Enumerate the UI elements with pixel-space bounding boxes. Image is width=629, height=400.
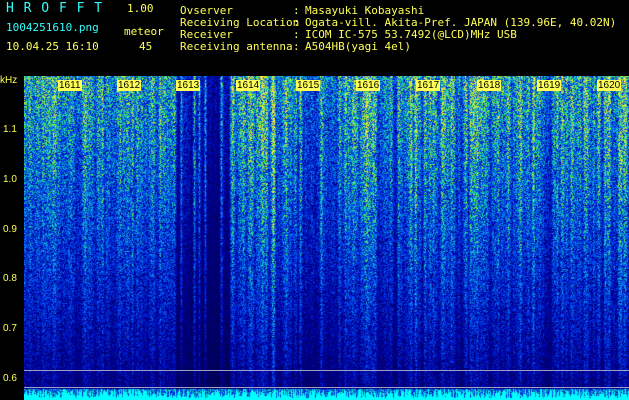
time-tick-1618: 1618: [477, 80, 502, 91]
info-receiver-sep: :: [293, 28, 300, 41]
file-name: 1004251610.png: [6, 21, 99, 34]
spectrogram: [24, 76, 629, 400]
info-antenna-key: Receiving antenna: [180, 40, 293, 53]
info-receiver-value: ICOM IC-575 53.7492(@LCD)MHz USB: [305, 28, 517, 41]
y-label-0-9: 0.9: [3, 224, 17, 235]
y-label-1-1: 1.1: [3, 124, 17, 135]
info-receiver-key: Receiver: [180, 28, 233, 41]
time-tick-1614: 1614: [236, 80, 261, 91]
marker-line-lower: [24, 387, 629, 388]
info-location-key: Receiving Location: [180, 16, 300, 29]
meteor-count: 45: [139, 40, 153, 53]
info-observer-sep: :: [293, 4, 300, 17]
time-tick-1615: 1615: [296, 80, 321, 91]
axis-unit-label: kHz: [0, 75, 18, 86]
time-tick-1612: 1612: [117, 80, 142, 91]
app-name: H R O F F T: [6, 1, 104, 16]
marker-line-upper: [24, 370, 629, 371]
time-tick-1617: 1617: [416, 80, 441, 91]
info-location-sep: :: [293, 16, 300, 29]
info-location-value: Ogata-vill. Akita-Pref. JAPAN (139.96E, …: [305, 16, 617, 29]
time-tick-1611: 1611: [58, 80, 82, 91]
header-panel: H R O F F T 1.00 1004251610.png 10.04.25…: [0, 0, 629, 76]
info-observer-value: Masayuki Kobayashi: [305, 4, 425, 17]
file-datetime: 10.04.25 16:10: [6, 40, 99, 53]
time-tick-1619: 1619: [537, 80, 562, 91]
time-tick-1613: 1613: [176, 80, 201, 91]
info-antenna-value: A504HB(yagi 4el): [305, 40, 411, 53]
info-antenna-sep: :: [293, 40, 300, 53]
app-version: 1.00: [127, 2, 154, 15]
y-label-0-7: 0.7: [3, 323, 17, 334]
time-tick-1620: 1620: [597, 80, 622, 91]
y-label-1-0: 1.0: [3, 174, 17, 185]
y-label-0-6: 0.6: [3, 373, 17, 384]
y-label-0-8: 0.8: [3, 273, 17, 284]
time-tick-1616: 1616: [356, 80, 381, 91]
info-observer-key: Ovserver: [180, 4, 233, 17]
meteor-label: meteor: [124, 25, 164, 38]
